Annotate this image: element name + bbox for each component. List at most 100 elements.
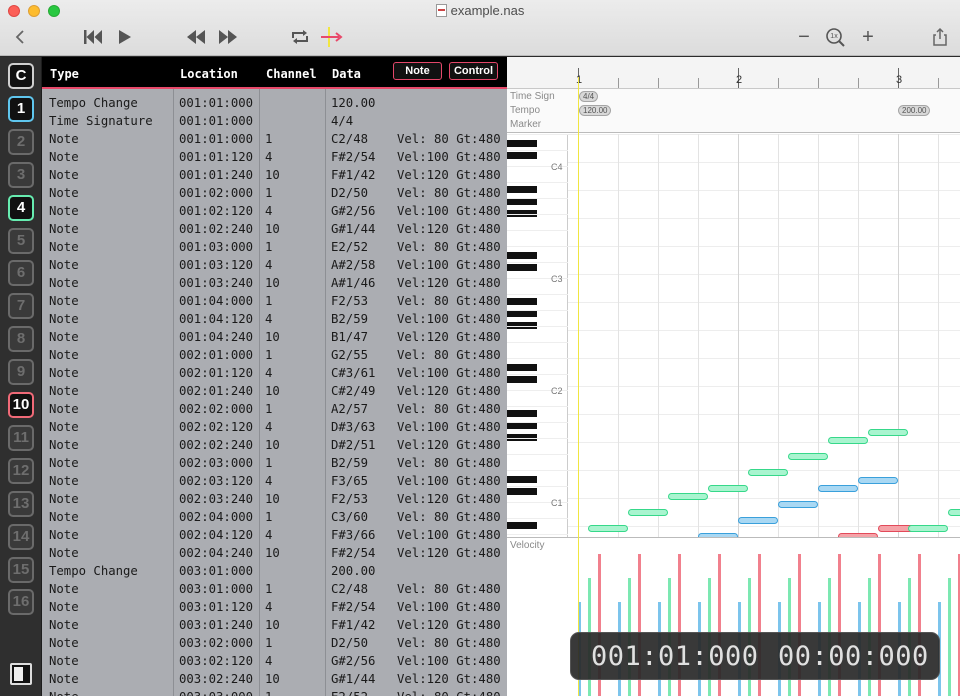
event-row[interactable]: Note 003:01:240 10 F#1/42 Vel:120 Gt:480 (42, 616, 507, 634)
playhead[interactable] (578, 77, 579, 696)
event-row[interactable]: Note 001:01:240 10 F#1/42 Vel:120 Gt:480 (42, 166, 507, 184)
event-row[interactable]: Note 002:03:240 10 F2/53 Vel:120 Gt:480 (42, 490, 507, 508)
black-key[interactable] (507, 198, 537, 205)
event-row[interactable]: Note 001:02:240 10 G#1/44 Vel:120 Gt:480 (42, 220, 507, 238)
event-row[interactable]: Note 002:04:000 1 C3/60 Vel: 80 Gt:480 (42, 508, 507, 526)
track-button-9[interactable]: 9 (8, 359, 34, 386)
event-row[interactable]: Note 001:02:000 1 D2/50 Vel: 80 Gt:480 (42, 184, 507, 202)
event-row[interactable]: Note 001:03:000 1 E2/52 Vel: 80 Gt:480 (42, 238, 507, 256)
event-row[interactable]: Note 003:02:120 4 G#2/56 Vel:100 Gt:480 (42, 652, 507, 670)
event-row[interactable]: Tempo Change 001:01:000 120.00 (42, 94, 507, 112)
tempo-event[interactable]: 120.00 (579, 105, 612, 116)
black-key[interactable] (507, 488, 537, 495)
event-row[interactable]: Note 001:01:120 4 F#2/54 Vel:100 Gt:480 (42, 148, 507, 166)
column-data[interactable]: Data (332, 67, 361, 81)
track-button-15[interactable]: 15 (8, 556, 34, 583)
fast-forward-button[interactable] (217, 26, 239, 48)
zoom-out-button[interactable]: − (796, 26, 812, 48)
panel-toggle-button[interactable] (10, 663, 32, 685)
bar-ruler[interactable]: 1 2 3 (507, 57, 960, 89)
track-button-2[interactable]: 2 (8, 128, 34, 155)
event-row[interactable]: Note 002:01:240 10 C#2/49 Vel:120 Gt:480 (42, 382, 507, 400)
black-key[interactable] (507, 410, 537, 417)
black-key[interactable] (507, 364, 537, 371)
note-event[interactable] (948, 509, 960, 516)
column-location[interactable]: Location (180, 67, 238, 81)
event-row[interactable]: Note 002:01:120 4 C#3/61 Vel:100 Gt:480 (42, 364, 507, 382)
note-event[interactable] (868, 429, 908, 436)
tempo-event[interactable]: 200.00 (898, 105, 931, 116)
event-row[interactable]: Tempo Change 003:01:000 200.00 (42, 562, 507, 580)
event-row[interactable]: Note 001:01:000 1 C2/48 Vel: 80 Gt:480 (42, 130, 507, 148)
black-key[interactable] (507, 376, 537, 383)
event-row[interactable]: Note 001:03:120 4 A#2/58 Vel:100 Gt:480 (42, 256, 507, 274)
event-row[interactable]: Note 001:04:000 1 F2/53 Vel: 80 Gt:480 (42, 292, 507, 310)
event-row[interactable]: Note 002:04:240 10 F#2/54 Vel:120 Gt:480 (42, 544, 507, 562)
zoom-reset-button[interactable]: 1x (825, 26, 845, 48)
track-button-c[interactable]: C (8, 63, 34, 89)
note-event[interactable] (828, 437, 868, 444)
event-row[interactable]: Note 003:01:120 4 F#2/54 Vel:100 Gt:480 (42, 598, 507, 616)
track-button-6[interactable]: 6 (8, 260, 34, 287)
black-key[interactable] (507, 152, 537, 159)
note-event[interactable] (738, 517, 778, 524)
black-key[interactable] (507, 422, 537, 429)
column-type[interactable]: Type (50, 67, 79, 81)
event-row[interactable]: Note 002:01:000 1 G2/55 Vel: 80 Gt:480 (42, 346, 507, 364)
note-event[interactable] (908, 525, 948, 532)
note-grid[interactable] (568, 134, 960, 628)
event-row[interactable]: Note 002:02:240 10 D#2/51 Vel:120 Gt:480 (42, 436, 507, 454)
event-row[interactable]: Note 003:02:000 1 D2/50 Vel: 80 Gt:480 (42, 634, 507, 652)
follow-playhead-button[interactable] (320, 26, 344, 48)
black-key[interactable] (507, 264, 537, 271)
track-button-12[interactable]: 12 (8, 457, 34, 484)
black-key[interactable] (507, 310, 537, 317)
rewind-to-start-button[interactable] (82, 26, 104, 48)
repeat-button[interactable] (289, 26, 311, 48)
track-button-3[interactable]: 3 (8, 161, 34, 188)
time-signature-event[interactable]: 4/4 (579, 91, 599, 102)
track-button-8[interactable]: 8 (8, 326, 34, 353)
event-row[interactable]: Note 002:03:000 1 B2/59 Vel: 80 Gt:480 (42, 454, 507, 472)
piano-keyboard[interactable]: C4 C3 C2 C1 (507, 134, 568, 537)
control-filter-button[interactable]: Control (449, 62, 498, 80)
event-row[interactable]: Note 002:02:000 1 A2/57 Vel: 80 Gt:480 (42, 400, 507, 418)
event-row[interactable]: Time Signature 001:01:000 4/4 (42, 112, 507, 130)
note-event[interactable] (628, 509, 668, 516)
back-button[interactable] (12, 26, 28, 48)
column-channel[interactable]: Channel (266, 67, 317, 81)
event-row[interactable]: Note 002:04:120 4 F#3/66 Vel:100 Gt:480 (42, 526, 507, 544)
note-event[interactable] (778, 501, 818, 508)
black-key[interactable] (507, 140, 537, 147)
event-row[interactable]: Note 002:03:120 4 F3/65 Vel:100 Gt:480 (42, 472, 507, 490)
black-key[interactable] (507, 252, 537, 259)
note-event[interactable] (748, 469, 788, 476)
black-key[interactable] (507, 186, 537, 193)
track-button-16[interactable]: 16 (8, 589, 34, 616)
note-event[interactable] (588, 525, 628, 532)
track-button-13[interactable]: 13 (8, 490, 34, 517)
event-row[interactable]: Note 001:02:120 4 G#2/56 Vel:100 Gt:480 (42, 202, 507, 220)
share-button[interactable] (931, 26, 949, 48)
track-button-7[interactable]: 7 (8, 293, 34, 320)
track-button-4[interactable]: 4 (8, 194, 34, 221)
note-event[interactable] (668, 493, 708, 500)
track-button-5[interactable]: 5 (8, 227, 34, 254)
event-row[interactable]: Note 001:04:120 4 B2/59 Vel:100 Gt:480 (42, 310, 507, 328)
track-button-1[interactable]: 1 (8, 95, 34, 122)
event-row[interactable]: Note 003:02:240 10 G#1/44 Vel:120 Gt:480 (42, 670, 507, 688)
note-event[interactable] (708, 485, 748, 492)
black-key[interactable] (507, 298, 537, 305)
track-button-14[interactable]: 14 (8, 523, 34, 550)
note-filter-button[interactable]: Note (393, 62, 442, 80)
note-event[interactable] (818, 485, 858, 492)
black-key[interactable] (507, 522, 537, 529)
velocity-bar[interactable] (948, 578, 951, 696)
black-key[interactable] (507, 476, 537, 483)
event-row[interactable]: Note 002:02:120 4 D#3/63 Vel:100 Gt:480 (42, 418, 507, 436)
event-row[interactable]: Note 001:03:240 10 A#1/46 Vel:120 Gt:480 (42, 274, 507, 292)
note-event[interactable] (788, 453, 828, 460)
track-button-10[interactable]: 10 (8, 392, 34, 418)
zoom-in-button[interactable]: + (860, 26, 876, 48)
play-button[interactable] (116, 26, 134, 48)
